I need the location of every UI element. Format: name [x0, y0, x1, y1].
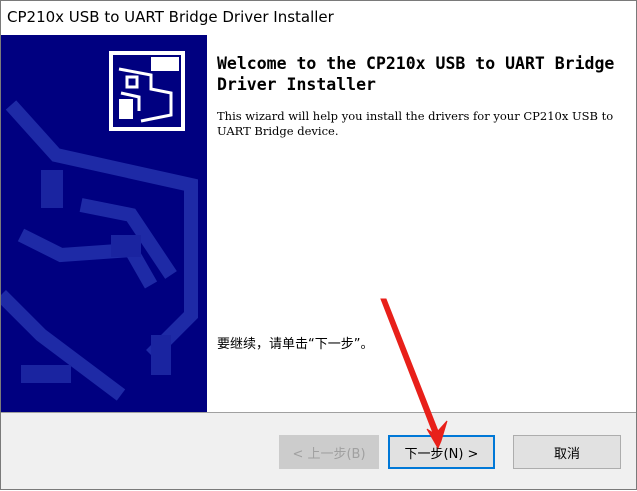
continue-instruction: 要继续，请单击“下一步”。 [217, 337, 374, 352]
usb-device-icon [1, 35, 207, 412]
window-title: CP210x USB to UART Bridge Driver Install… [7, 8, 334, 26]
welcome-description: This wizard will help you install the dr… [217, 109, 614, 138]
button-bar: < 上一步(B) 下一步(N) > 取消 [1, 413, 636, 489]
title-bar[interactable]: CP210x USB to UART Bridge Driver Install… [1, 1, 636, 35]
installer-window: CP210x USB to UART Bridge Driver Install… [0, 0, 637, 490]
back-button[interactable]: < 上一步(B) [279, 435, 379, 469]
welcome-heading: Welcome to the CP210x USB to UART Bridge… [217, 54, 615, 94]
next-button[interactable]: 下一步(N) > [388, 435, 495, 469]
wizard-body: Welcome to the CP210x USB to UART Bridge… [1, 35, 636, 412]
side-banner [1, 35, 207, 412]
cancel-button[interactable]: 取消 [513, 435, 621, 469]
